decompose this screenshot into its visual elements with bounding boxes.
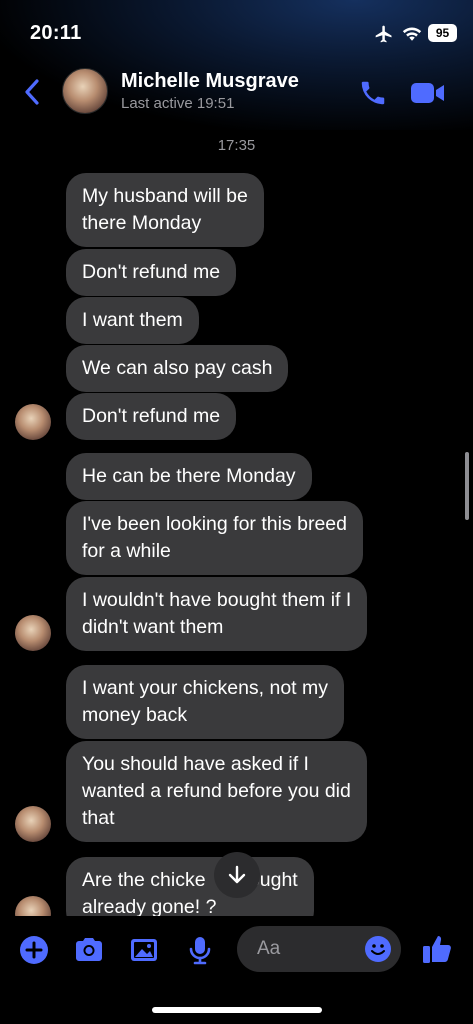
message-bubble[interactable]: He can be there Monday	[66, 453, 312, 500]
message-timestamp: 17:35	[217, 137, 256, 154]
airplane-mode-icon	[375, 25, 392, 43]
sender-avatar[interactable]	[15, 404, 51, 440]
scrollbar[interactable]	[465, 452, 469, 520]
home-indicator	[152, 1007, 322, 1013]
video-call-button[interactable]	[410, 80, 446, 106]
contact-avatar[interactable]	[62, 68, 108, 114]
emoji-icon[interactable]	[364, 935, 392, 963]
message-bubble[interactable]: Don't refund me	[66, 249, 237, 296]
wifi-icon	[402, 27, 422, 41]
message-bubble[interactable]: My husband will be there Monday	[66, 173, 264, 247]
last-active-status: Last active 19:51	[121, 95, 235, 112]
phone-call-button[interactable]	[358, 78, 388, 108]
message-input-container[interactable]	[237, 926, 401, 972]
message-bubble[interactable]: I've been looking for this breed for a w…	[66, 501, 363, 575]
arrow-down-icon	[228, 865, 246, 884]
microphone-icon[interactable]	[184, 934, 216, 966]
message-input[interactable]	[257, 926, 357, 972]
back-button[interactable]	[20, 76, 44, 108]
message-bubble[interactable]: You should have asked if I wanted a refu…	[66, 741, 367, 842]
plus-icon[interactable]	[18, 934, 50, 966]
sender-avatar[interactable]	[15, 806, 51, 842]
status-time: 20:11	[30, 22, 82, 44]
message-composer	[0, 924, 473, 974]
message-bubble[interactable]: I want your chickens, not my money back	[66, 665, 345, 739]
message-bubble[interactable]: I want them	[66, 297, 199, 344]
scroll-to-bottom-button[interactable]	[214, 852, 260, 898]
message-bubble[interactable]: Don't refund me	[66, 393, 237, 440]
battery-icon: 95	[428, 24, 457, 42]
message-bubble[interactable]: We can also pay cash	[66, 345, 289, 392]
contact-name[interactable]: Michelle Musgrave	[121, 70, 299, 93]
thumbs-up-icon[interactable]	[420, 932, 454, 966]
sender-avatar[interactable]	[15, 615, 51, 651]
status-bar: 20:11 95	[0, 0, 473, 64]
camera-icon[interactable]	[73, 934, 105, 966]
conversation-header: Michelle Musgrave Last active 19:51	[0, 64, 473, 120]
gallery-icon[interactable]	[128, 934, 160, 966]
message-bubble[interactable]: I wouldn't have bought them if I didn't …	[66, 577, 368, 651]
